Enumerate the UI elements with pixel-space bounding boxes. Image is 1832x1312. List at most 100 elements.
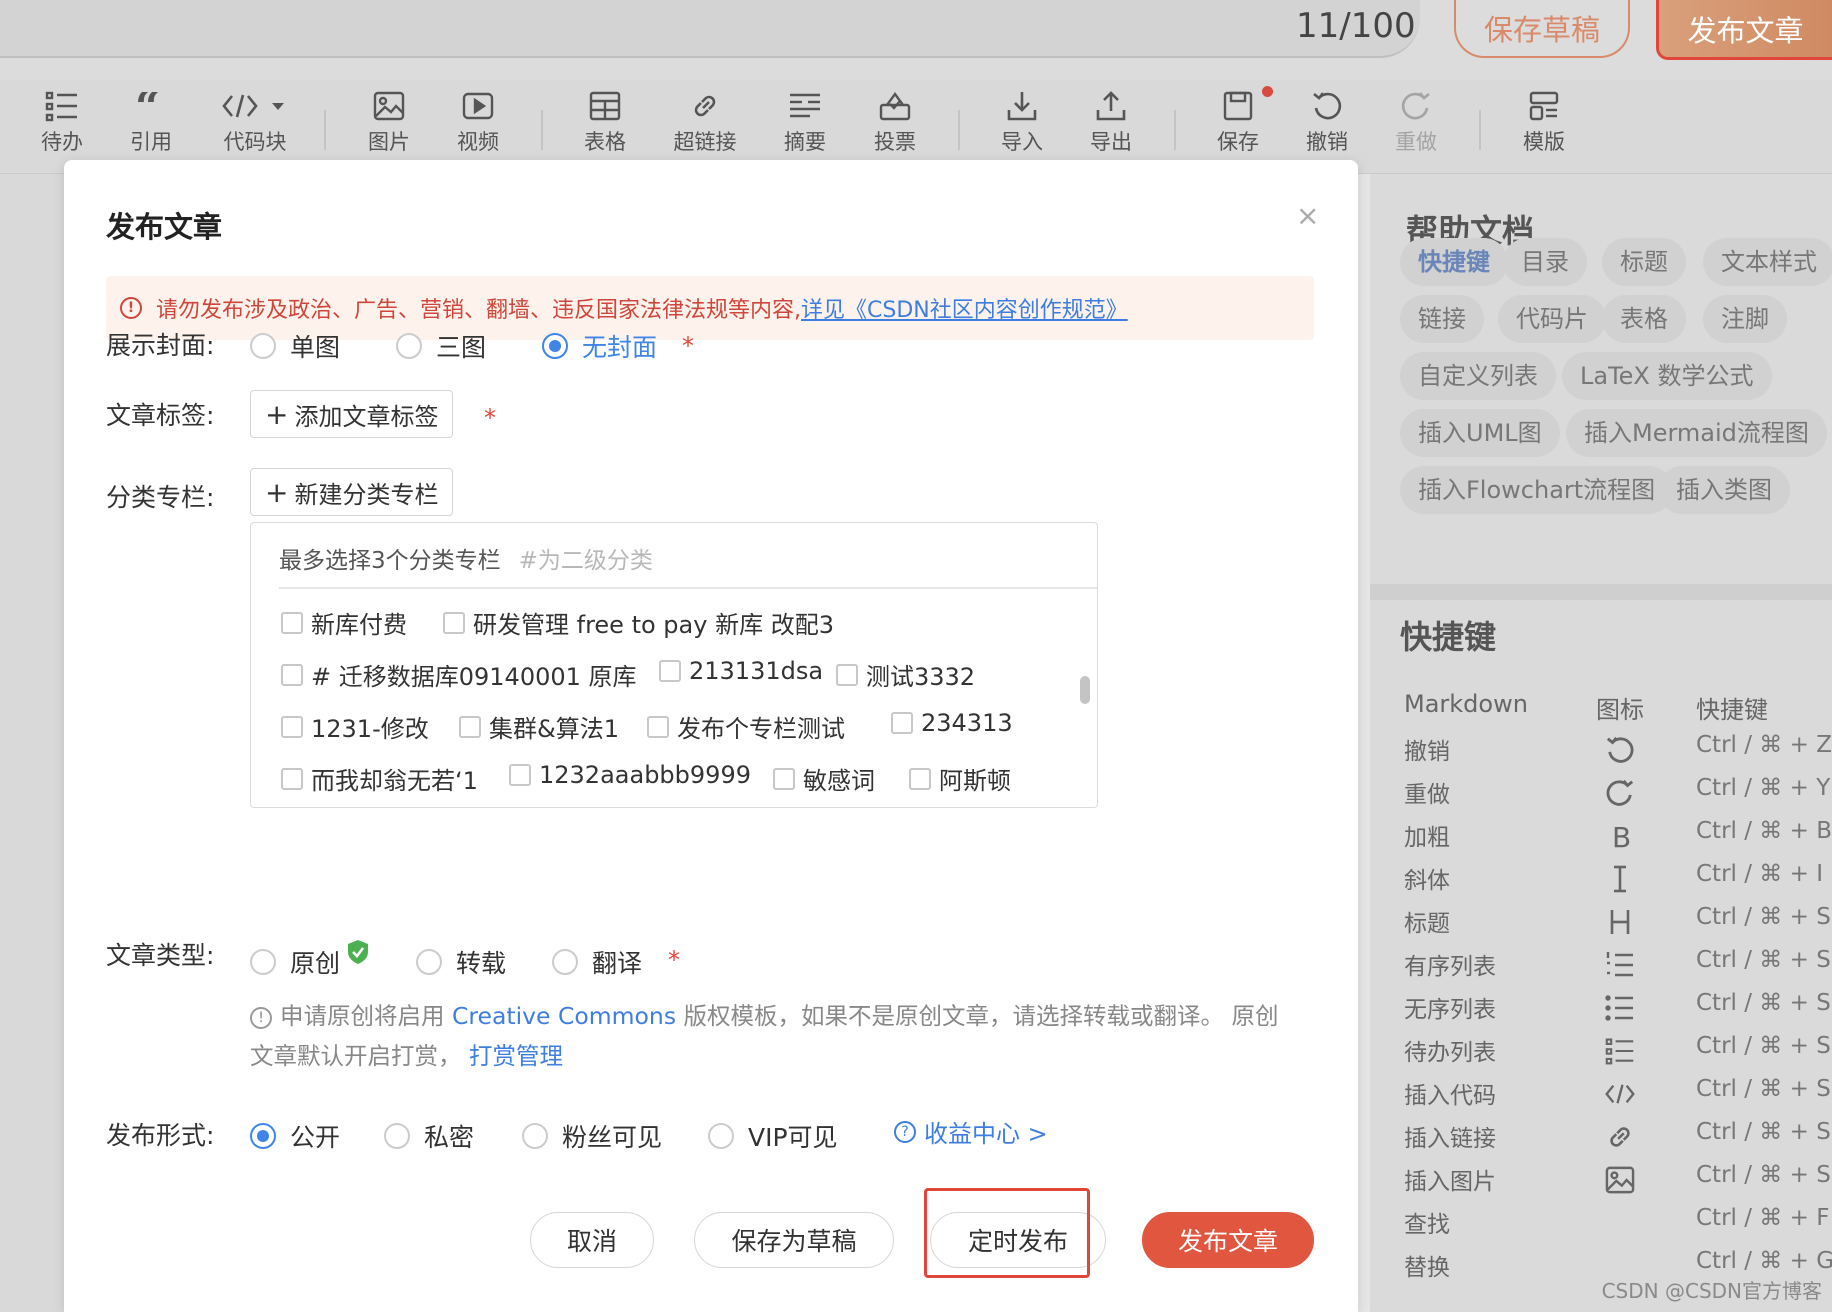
help-pill-shortcuts[interactable]: 快捷键 xyxy=(1400,238,1508,286)
toolbar-video[interactable]: 视频 xyxy=(438,86,518,156)
category-checkbox[interactable]: 213131dsa xyxy=(659,657,823,685)
toolbar-vote[interactable]: 投票 xyxy=(855,86,935,156)
radio-button[interactable] xyxy=(396,333,422,359)
link-icon xyxy=(665,86,745,126)
italic-icon xyxy=(1602,861,1638,897)
close-icon[interactable]: × xyxy=(1296,202,1319,230)
link-icon xyxy=(1602,1119,1638,1155)
toolbar-table[interactable]: 表格 xyxy=(565,86,645,156)
category-checkbox[interactable]: 新库付费 xyxy=(281,605,407,640)
category-checkbox[interactable]: # 迁移数据库09140001 原库 xyxy=(281,657,637,692)
toolbar-image[interactable]: 图片 xyxy=(349,86,429,156)
income-center-link[interactable]: ? 收益中心 > xyxy=(894,1114,1048,1149)
category-select-box[interactable]: 最多选择3个分类专栏 #为二级分类 新库付费 研发管理 free to pay 新… xyxy=(250,522,1098,808)
visibility-vip-radio[interactable]: VIP可见 xyxy=(708,1118,838,1154)
category-checkbox[interactable]: 集群&算法1 xyxy=(459,709,619,744)
cover-triple-radio[interactable]: 三图 xyxy=(396,328,486,364)
svg-text:“: “ xyxy=(135,92,160,120)
radio-button[interactable] xyxy=(708,1123,734,1149)
publish-button[interactable]: 发布文章 xyxy=(1142,1212,1314,1268)
highlight-frame xyxy=(924,1188,1090,1278)
help-pill-footnote[interactable]: 注脚 xyxy=(1703,295,1787,343)
type-repost-radio[interactable]: 转载 xyxy=(416,944,506,980)
shortcut-row: 待办列表 Ctrl / ⌘ + Sh xyxy=(1370,1033,1832,1076)
category-checkbox[interactable]: 测试3332 xyxy=(836,657,975,692)
divider xyxy=(279,587,1097,589)
cancel-button[interactable]: 取消 xyxy=(530,1212,654,1268)
help-pill-text-style[interactable]: 文本样式 xyxy=(1703,238,1832,286)
visibility-private-radio[interactable]: 私密 xyxy=(384,1118,474,1154)
category-checkbox[interactable]: 1231-修改 xyxy=(281,709,429,744)
type-original-radio[interactable]: 原创 xyxy=(250,940,370,980)
summary-icon xyxy=(765,86,845,126)
toolbar-redo[interactable]: 重做 xyxy=(1376,86,1456,156)
radio-button[interactable] xyxy=(522,1123,548,1149)
category-scrollbar[interactable] xyxy=(1080,676,1090,704)
radio-button[interactable] xyxy=(250,333,276,359)
type-translate-radio[interactable]: 翻译 xyxy=(552,944,642,980)
watermark: CSDN @CSDN官方博客 xyxy=(1601,1279,1822,1303)
help-pill-class-diagram[interactable]: 插入类图 xyxy=(1658,466,1790,514)
help-pill-toc[interactable]: 目录 xyxy=(1503,238,1587,286)
shortcut-row: 标题 Ctrl / ⌘ + Sh xyxy=(1370,904,1832,947)
toolbar-summary[interactable]: 摘要 xyxy=(765,86,845,156)
radio-button[interactable] xyxy=(250,949,276,975)
new-category-button[interactable]: + 新建分类专栏 xyxy=(250,468,454,516)
creative-commons-link[interactable]: Creative Commons xyxy=(452,1002,676,1030)
toolbar-export[interactable]: 导出 xyxy=(1071,86,1151,156)
code-block-icon xyxy=(210,86,300,126)
toolbar-todo[interactable]: 待办 xyxy=(22,86,102,156)
warning-icon: ! xyxy=(120,297,142,319)
radio-button-selected[interactable] xyxy=(250,1123,276,1149)
import-icon xyxy=(982,86,1062,126)
category-checkbox[interactable]: 而我却翁无若‘1 xyxy=(281,761,478,796)
category-checkbox[interactable]: 234313 xyxy=(891,709,1013,737)
toolbar-undo[interactable]: 撤销 xyxy=(1287,86,1367,156)
radio-button-selected[interactable] xyxy=(542,333,568,359)
category-checkbox[interactable]: 发布个专栏测试 xyxy=(647,709,845,744)
toolbar-import[interactable]: 导入 xyxy=(982,86,1062,156)
reward-management-link[interactable]: 打赏管理 xyxy=(469,1042,563,1070)
category-checkbox[interactable]: 研发管理 free to pay 新库 改配3 xyxy=(443,605,834,640)
vote-icon xyxy=(855,86,935,126)
radio-button[interactable] xyxy=(384,1123,410,1149)
radio-button[interactable] xyxy=(416,949,442,975)
save-draft-button[interactable]: 保存草稿 xyxy=(1454,0,1630,58)
help-pill-mermaid[interactable]: 插入Mermaid流程图 xyxy=(1566,409,1827,457)
quote-icon: “ xyxy=(111,86,191,126)
original-info: ! 申请原创将启用 Creative Commons 版权模板，如果不是原创文章，… xyxy=(250,1002,1279,1070)
save-as-draft-button[interactable]: 保存为草稿 xyxy=(694,1212,894,1268)
cover-single-radio[interactable]: 单图 xyxy=(250,328,340,364)
visibility-fans-radio[interactable]: 粉丝可见 xyxy=(522,1118,662,1154)
help-pill-uml[interactable]: 插入UML图 xyxy=(1400,409,1560,457)
help-pill-heading[interactable]: 标题 xyxy=(1602,238,1686,286)
plus-icon: + xyxy=(265,475,289,509)
help-pill-link[interactable]: 链接 xyxy=(1400,295,1484,343)
visibility-public-radio[interactable]: 公开 xyxy=(250,1118,340,1154)
help-pill-flowchart[interactable]: 插入Flowchart流程图 xyxy=(1400,466,1674,514)
publish-article-button[interactable]: 发布文章 xyxy=(1656,0,1832,60)
toolbar-quote[interactable]: “ 引用 xyxy=(111,86,191,156)
code-icon xyxy=(1602,1076,1638,1112)
cover-none-radio[interactable]: 无封面 xyxy=(542,328,657,364)
title-char-counter: 11/100 xyxy=(1296,6,1416,46)
shortcuts-col-markdown: Markdown xyxy=(1404,690,1528,718)
help-pill-custom-list[interactable]: 自定义列表 xyxy=(1400,352,1556,400)
toolbar-hyperlink[interactable]: 超链接 xyxy=(665,86,745,156)
shortcut-row: 插入图片 Ctrl / ⌘ + Sh xyxy=(1370,1162,1832,1205)
content-rules-link[interactable]: 详见《CSDN社区内容创作规范》 xyxy=(801,292,1128,324)
category-checkbox[interactable]: 阿斯顿 xyxy=(909,761,1011,796)
toolbar-code-block[interactable]: 代码块 xyxy=(210,86,300,156)
toolbar-template[interactable]: 模版 xyxy=(1504,86,1584,156)
help-pill-latex[interactable]: LaTeX 数学公式 xyxy=(1562,352,1772,400)
shortcut-row: 插入链接 Ctrl / ⌘ + Sh xyxy=(1370,1119,1832,1162)
help-pill-code[interactable]: 代码片 xyxy=(1498,295,1606,343)
radio-button[interactable] xyxy=(552,949,578,975)
category-checkbox[interactable]: 敏感词 xyxy=(773,761,875,796)
unordered-list-icon xyxy=(1602,990,1638,1026)
shortcuts-col-icon: 图标 xyxy=(1596,696,1644,724)
title-input-strip[interactable] xyxy=(0,0,1420,58)
help-pill-table[interactable]: 表格 xyxy=(1602,295,1686,343)
category-checkbox[interactable]: 1232aaabbb9999 xyxy=(509,761,751,789)
add-tag-button[interactable]: + 添加文章标签 xyxy=(250,390,454,438)
